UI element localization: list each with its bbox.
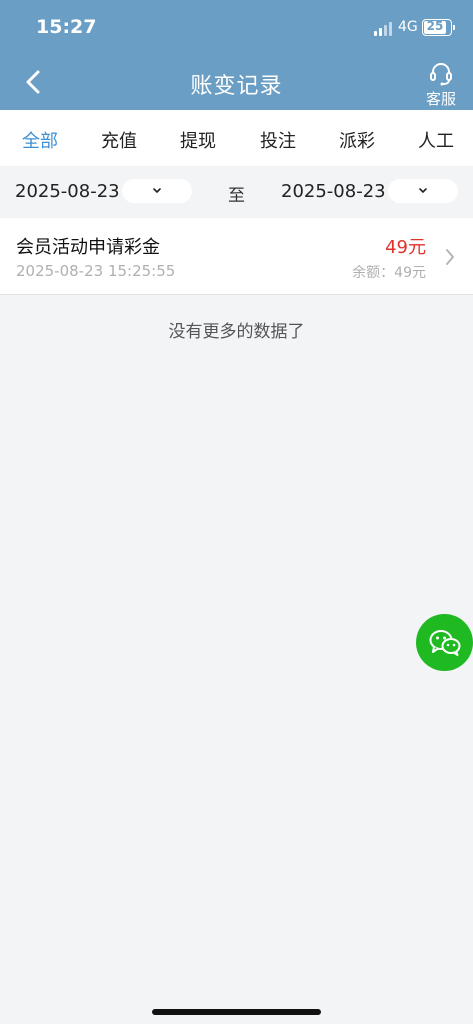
end-date[interactable]: 2025-08-23 — [281, 181, 386, 202]
record-balance: 余额：49元 — [352, 265, 426, 281]
page-title: 账变记录 — [190, 74, 283, 99]
category-tabs: 全部 充值 提现 投注 派彩 人工 — [0, 110, 473, 166]
record-time: 2025-08-23 15:25:55 — [16, 262, 176, 280]
tab-recharge[interactable]: 充值 — [101, 127, 137, 153]
status-bar: 15:27 4G 25 — [0, 0, 473, 56]
date-separator: 至 — [228, 186, 245, 206]
home-indicator — [152, 1009, 321, 1015]
battery-level: 25 — [426, 19, 444, 33]
record-row[interactable]: 会员活动申请彩金 2025-08-23 15:25:55 49元 余额：49元 — [0, 218, 473, 295]
customer-service-label: 客服 — [425, 90, 456, 108]
network-label: 4G — [398, 19, 418, 35]
start-date[interactable]: 2025-08-23 — [15, 181, 120, 202]
tab-all[interactable]: 全部 — [22, 127, 58, 153]
wechat-float-button[interactable] — [416, 614, 473, 671]
tab-withdraw[interactable]: 提现 — [180, 127, 216, 153]
start-date-dropdown[interactable] — [122, 179, 192, 203]
tab-manual[interactable]: 人工 — [418, 127, 454, 153]
battery-tip — [453, 25, 455, 30]
customer-service-button[interactable]: 客服 — [420, 60, 462, 108]
header: 15:27 4G 25 账变记录 客服 — [0, 0, 473, 110]
battery-icon: 25 — [422, 19, 455, 36]
wechat-icon — [429, 630, 461, 656]
status-time: 15:27 — [36, 16, 97, 38]
tab-bet[interactable]: 投注 — [260, 127, 296, 153]
chevron-down-icon — [419, 188, 427, 194]
headset-icon — [430, 63, 452, 86]
end-date-dropdown[interactable] — [388, 179, 458, 203]
no-more-data-text: 没有更多的数据了 — [168, 322, 305, 342]
chevron-right-icon — [446, 249, 454, 265]
chevron-down-icon — [153, 188, 161, 194]
signal-icon — [374, 20, 394, 36]
record-title: 会员活动申请彩金 — [16, 237, 160, 258]
nav-bar: 账变记录 客服 — [0, 56, 473, 110]
date-filter: 2025-08-23 至 2025-08-23 — [0, 166, 473, 218]
tab-payout[interactable]: 派彩 — [339, 127, 375, 153]
record-amount: 49元 — [385, 237, 426, 258]
